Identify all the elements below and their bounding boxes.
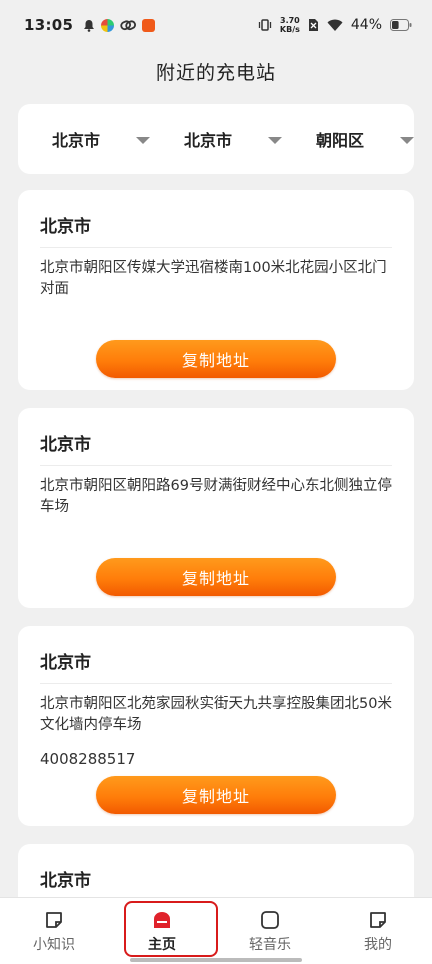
station-card: 北京市 北京市朝阳区朝阳路69号财满街财经中心东北侧独立停车场 复制地址 <box>18 408 414 608</box>
network-speed-unit: KB/s <box>279 25 300 34</box>
app-notification-icon <box>101 18 115 32</box>
square-icon <box>260 910 280 930</box>
nav-tab-tips[interactable]: 小知识 <box>0 898 108 964</box>
home-indicator[interactable] <box>130 958 302 962</box>
district-dropdown[interactable]: 朝阳区 <box>316 104 414 174</box>
region-filter-bar: 北京市 北京市 朝阳区 <box>18 104 414 174</box>
battery-percent: 44% <box>350 17 382 33</box>
station-city: 北京市 <box>40 653 91 673</box>
station-address: 北京市朝阳区朝阳路69号财满街财经中心东北侧独立停车场 <box>40 478 392 515</box>
dropdown-arrow-icon <box>400 137 414 144</box>
status-bar: 13:05 3.70 KB/s 44% <box>0 0 432 50</box>
nav-tab-label: 小知识 <box>33 937 75 953</box>
nav-tab-mine[interactable]: 我的 <box>324 898 432 964</box>
dropdown-arrow-icon <box>268 137 282 144</box>
divider <box>40 683 392 684</box>
app-badge-icon <box>142 18 156 32</box>
province-dropdown[interactable]: 北京市 <box>52 104 178 174</box>
station-address: 北京市朝阳区北苑家园秋实街天九共享控股集团北50米文化墙内停车场 <box>40 696 392 733</box>
status-time: 13:05 <box>24 16 74 34</box>
wifi-icon <box>327 19 343 32</box>
sim-off-icon <box>308 18 319 32</box>
nav-tab-music[interactable]: 轻音乐 <box>216 898 324 964</box>
divider <box>40 247 392 248</box>
copy-address-button[interactable]: 复制地址 <box>96 776 336 814</box>
link-icon <box>120 19 137 32</box>
divider <box>40 465 392 466</box>
station-card: 北京市 北京市朝阳区传媒大学迅宿楼南100米北花园小区北门对面 复制地址 <box>18 190 414 390</box>
station-city: 北京市 <box>40 871 91 891</box>
bell-icon <box>83 19 95 32</box>
station-city: 北京市 <box>40 217 91 237</box>
copy-address-button[interactable]: 复制地址 <box>96 558 336 596</box>
copy-address-button[interactable]: 复制地址 <box>96 340 336 378</box>
station-address: 北京市朝阳区传媒大学迅宿楼南100米北花园小区北门对面 <box>40 260 387 297</box>
city-dropdown[interactable]: 北京市 <box>184 104 310 174</box>
nav-tab-label: 轻音乐 <box>249 937 291 953</box>
battery-level-fill <box>392 21 399 29</box>
nav-tab-label: 我的 <box>364 937 392 953</box>
station-phone[interactable]: 4008288517 <box>40 750 135 768</box>
province-dropdown-label: 北京市 <box>52 131 101 150</box>
highlight-box <box>124 901 218 957</box>
city-dropdown-label: 北京市 <box>184 131 233 150</box>
battery-icon <box>390 19 412 31</box>
note-icon <box>368 910 388 930</box>
network-speed: 3.70 KB/s <box>280 16 300 34</box>
page-title: 附近的充电站 <box>155 62 276 84</box>
station-card: 北京市 北京市朝阳区北苑家园秋实街天九共享控股集团北50米文化墙内停车场 400… <box>18 626 414 826</box>
vibrate-icon <box>258 18 272 32</box>
district-dropdown-label: 朝阳区 <box>316 131 365 150</box>
dropdown-arrow-icon <box>136 137 150 144</box>
station-city: 北京市 <box>40 435 91 455</box>
network-speed-value: 3.70 <box>280 16 300 25</box>
note-icon <box>44 910 64 930</box>
